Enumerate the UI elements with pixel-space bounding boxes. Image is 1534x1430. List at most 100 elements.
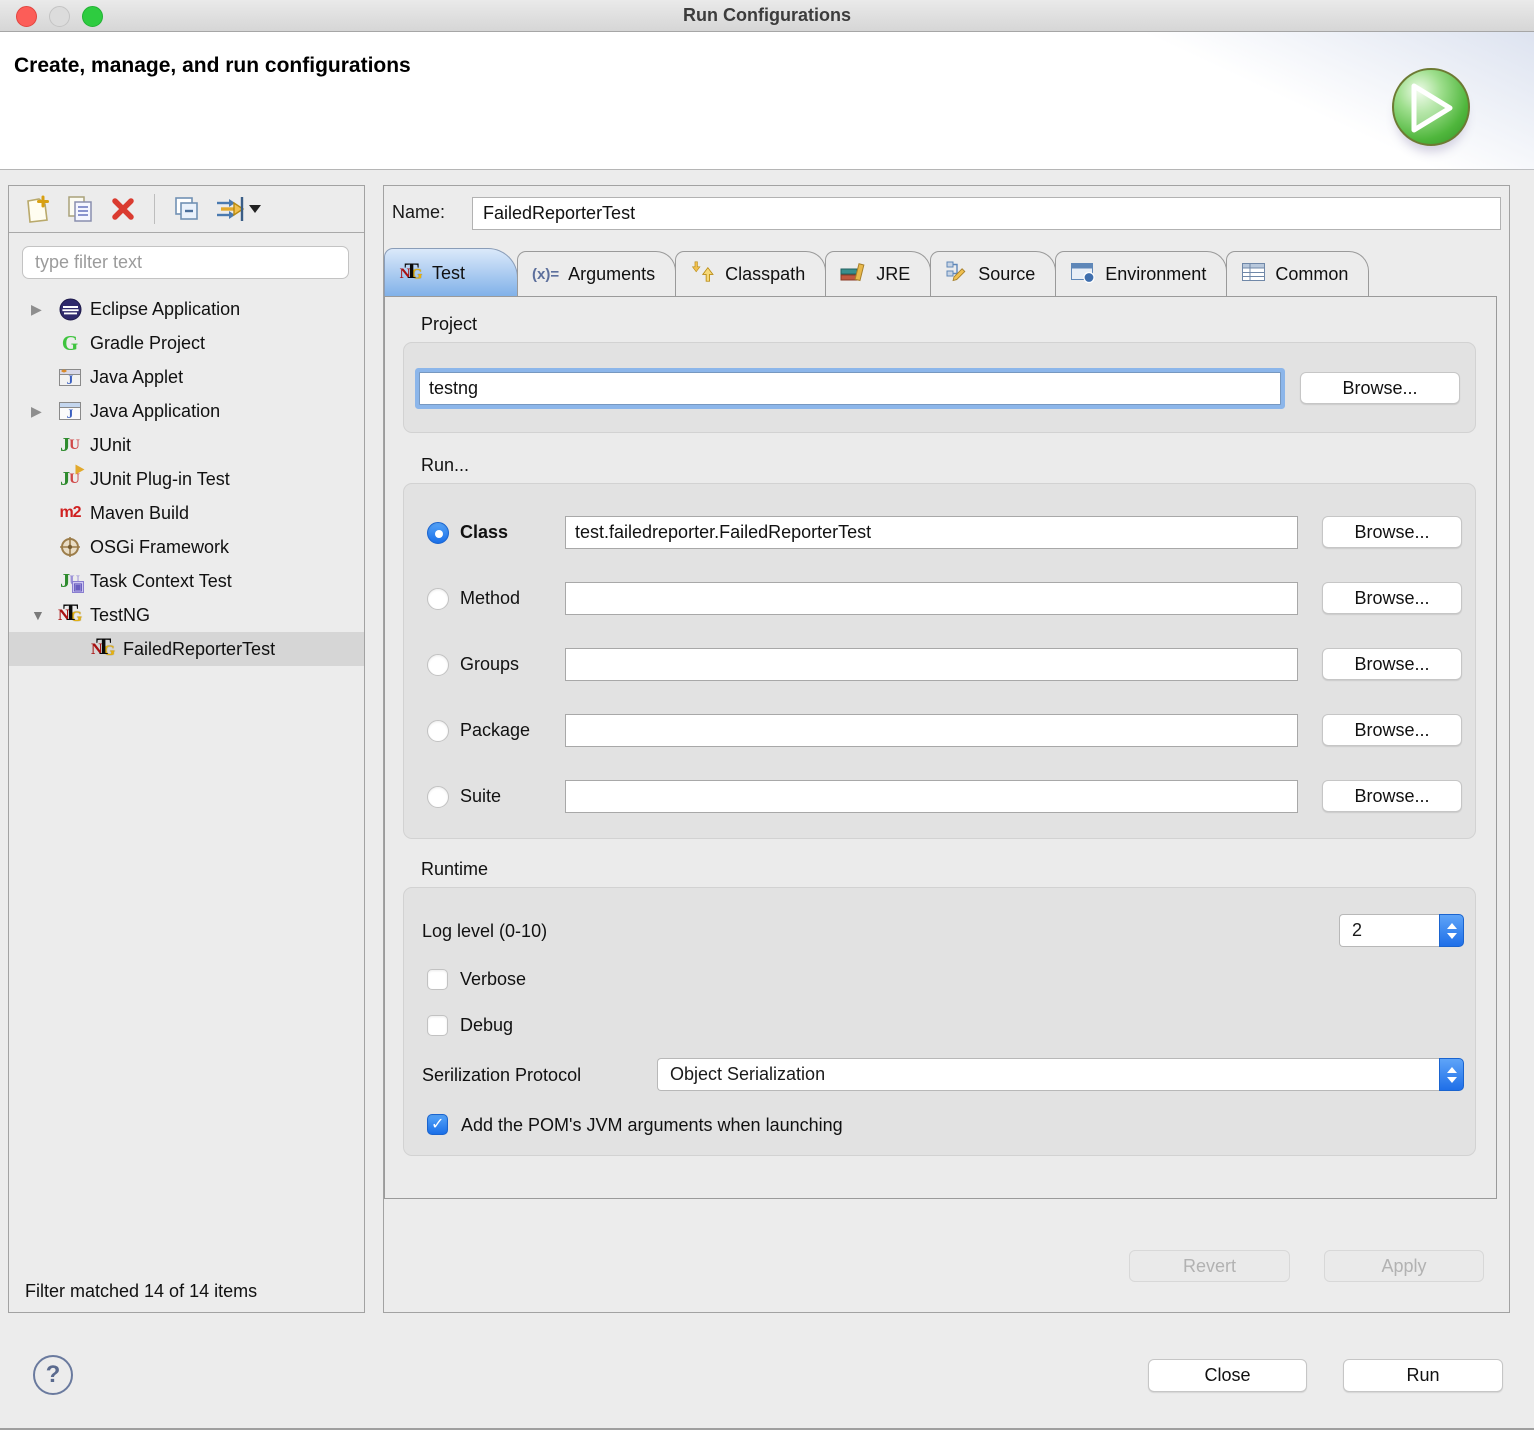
tab-classpath[interactable]: Classpath xyxy=(675,251,826,297)
log-level-stepper[interactable] xyxy=(1439,914,1464,947)
jre-books-icon xyxy=(840,261,867,288)
method-radio[interactable] xyxy=(427,588,449,610)
run-configurations-dialog: Run Configurations Create, manage, and r… xyxy=(0,0,1534,1430)
tree-item-osgi-framework[interactable]: OSGi Framework xyxy=(9,530,364,564)
serialization-protocol-value[interactable]: Object Serialization xyxy=(657,1058,1439,1091)
dialog-header: Create, manage, and run configurations xyxy=(0,32,1534,170)
groups-input[interactable] xyxy=(565,648,1298,681)
project-browse-button[interactable]: Browse... xyxy=(1300,372,1460,404)
tab-common[interactable]: Common xyxy=(1226,251,1369,297)
tree-item-eclipse-application[interactable]: ▶ Eclipse Application xyxy=(9,292,364,326)
tab-test[interactable]: NGT Test xyxy=(384,248,518,297)
new-configuration-icon[interactable] xyxy=(23,195,51,223)
filter-status: Filter matched 14 of 14 items xyxy=(25,1281,257,1302)
testng-icon: NGT xyxy=(90,637,116,661)
tree-item-junit-plugin-test[interactable]: JU JUnit Plug-in Test xyxy=(9,462,364,496)
collapse-all-icon[interactable] xyxy=(172,195,200,223)
testng-icon: NGT xyxy=(57,603,83,627)
runtime-section-label: Runtime xyxy=(421,859,488,880)
gradle-icon: G xyxy=(57,331,83,355)
verbose-checkbox[interactable] xyxy=(427,969,448,990)
arguments-icon: (x)= xyxy=(532,266,559,283)
serialization-protocol-label: Serilization Protocol xyxy=(422,1065,581,1086)
stepper-down-icon[interactable] xyxy=(1447,933,1457,939)
configurations-sidebar: ▶ Eclipse Application G Gradle Project xyxy=(8,185,365,1313)
svg-text:J: J xyxy=(67,372,74,387)
suite-radio[interactable] xyxy=(427,786,449,808)
tree-item-task-context-test[interactable]: JU▣ Task Context Test xyxy=(9,564,364,598)
close-button[interactable]: Close xyxy=(1148,1359,1307,1392)
package-label: Package xyxy=(460,720,530,741)
delete-configuration-icon[interactable] xyxy=(109,195,137,223)
duplicate-configuration-icon[interactable] xyxy=(66,195,94,223)
pom-jvm-arguments-checkbox[interactable] xyxy=(427,1114,448,1135)
osgi-icon xyxy=(57,535,83,559)
run-launch-icon xyxy=(1392,68,1470,146)
run-groupbox: Class Browse... Method Browse... Groups … xyxy=(403,483,1476,839)
package-browse-button[interactable]: Browse... xyxy=(1322,714,1462,746)
stepper-up-icon[interactable] xyxy=(1447,923,1457,929)
name-label: Name: xyxy=(392,202,445,223)
suite-label: Suite xyxy=(460,786,501,807)
serialization-stepper[interactable] xyxy=(1439,1058,1464,1091)
junit-icon: JU xyxy=(57,433,83,457)
package-input[interactable] xyxy=(565,714,1298,747)
expand-expanded-icon[interactable]: ▼ xyxy=(31,607,57,623)
method-browse-button[interactable]: Browse... xyxy=(1322,582,1462,614)
test-tab-content: Project Browse... Run... Class Browse...… xyxy=(384,296,1497,1199)
expand-collapsed-icon[interactable]: ▶ xyxy=(31,301,57,318)
class-radio[interactable] xyxy=(427,522,449,544)
svg-text:J: J xyxy=(67,406,74,421)
method-input[interactable] xyxy=(565,582,1298,615)
groups-browse-button[interactable]: Browse... xyxy=(1322,648,1462,680)
class-browse-button[interactable]: Browse... xyxy=(1322,516,1462,548)
pom-jvm-arguments-label: Add the POM's JVM arguments when launchi… xyxy=(461,1115,843,1136)
java-applet-icon: J xyxy=(57,365,83,389)
suite-input[interactable] xyxy=(565,780,1298,813)
tab-jre[interactable]: JRE xyxy=(825,251,931,297)
debug-checkbox[interactable] xyxy=(427,1015,448,1036)
tab-arguments[interactable]: (x)= Arguments xyxy=(517,251,676,297)
tree-item-gradle-project[interactable]: G Gradle Project xyxy=(9,326,364,360)
help-button[interactable]: ? xyxy=(33,1355,73,1395)
minimize-window-button[interactable] xyxy=(49,6,70,27)
class-label: Class xyxy=(460,522,508,543)
tree-item-java-applet[interactable]: J Java Applet xyxy=(9,360,364,394)
revert-button[interactable]: Revert xyxy=(1129,1250,1290,1282)
tree-item-java-application[interactable]: ▶ J Java Application xyxy=(9,394,364,428)
environment-icon xyxy=(1070,261,1096,289)
stepper-up-icon[interactable] xyxy=(1447,1067,1457,1073)
verbose-label: Verbose xyxy=(460,969,526,990)
zoom-window-button[interactable] xyxy=(82,6,103,27)
tree-item-failedreportertest[interactable]: NGT FailedReporterTest xyxy=(9,632,364,666)
groups-radio[interactable] xyxy=(427,654,449,676)
tree-item-maven-build[interactable]: m2 Maven Build xyxy=(9,496,364,530)
filter-dropdown-caret-icon[interactable] xyxy=(249,205,261,213)
java-application-icon: J xyxy=(57,399,83,423)
expand-collapsed-icon[interactable]: ▶ xyxy=(31,403,57,420)
project-section-label: Project xyxy=(421,314,477,335)
header-gradient xyxy=(1114,32,1534,170)
tab-environment[interactable]: Environment xyxy=(1055,251,1227,297)
tree-item-testng[interactable]: ▼ NGT TestNG xyxy=(9,598,364,632)
apply-button[interactable]: Apply xyxy=(1324,1250,1484,1282)
log-level-label: Log level (0-10) xyxy=(422,921,547,942)
filter-input[interactable] xyxy=(22,246,349,279)
run-section-label: Run... xyxy=(421,455,469,476)
run-button[interactable]: Run xyxy=(1343,1359,1503,1392)
classpath-icon xyxy=(690,260,716,289)
filter-launch-configurations-icon[interactable] xyxy=(215,195,261,223)
package-radio[interactable] xyxy=(427,720,449,742)
tab-source[interactable]: Source xyxy=(930,251,1056,297)
testng-icon: NGT xyxy=(400,262,423,285)
configuration-name-input[interactable] xyxy=(472,197,1501,230)
close-window-button[interactable] xyxy=(16,6,37,27)
tree-item-junit[interactable]: JU JUnit xyxy=(9,428,364,462)
suite-browse-button[interactable]: Browse... xyxy=(1322,780,1462,812)
project-input[interactable] xyxy=(419,372,1281,405)
class-input[interactable] xyxy=(565,516,1298,549)
junit-plugin-icon: JU xyxy=(57,467,83,491)
log-level-value[interactable]: 2 xyxy=(1339,914,1439,947)
stepper-down-icon[interactable] xyxy=(1447,1077,1457,1083)
serialization-protocol-select[interactable]: Object Serialization xyxy=(657,1058,1464,1091)
